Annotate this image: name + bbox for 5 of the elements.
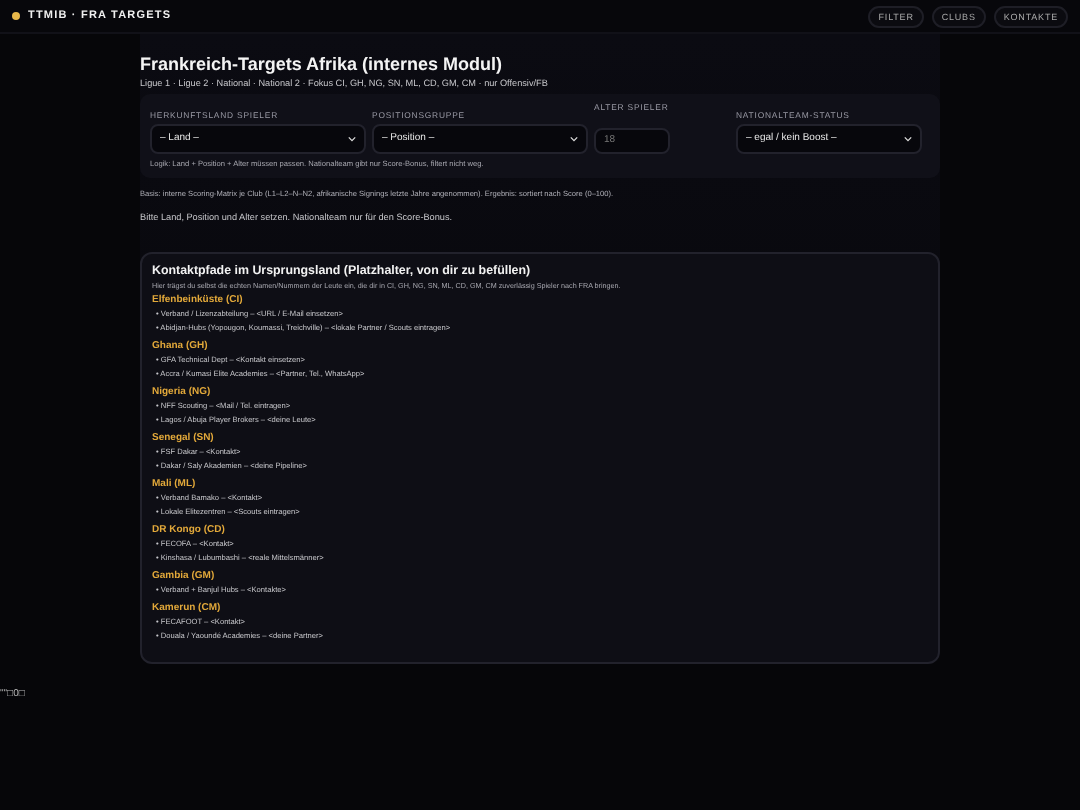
page-title: Frankreich-Targets Afrika (internes Modul)	[140, 54, 505, 74]
chevron-icon	[904, 135, 912, 141]
status-dot-icon	[12, 12, 20, 20]
chevron-icon	[570, 135, 578, 141]
chevron-icon	[348, 135, 356, 141]
